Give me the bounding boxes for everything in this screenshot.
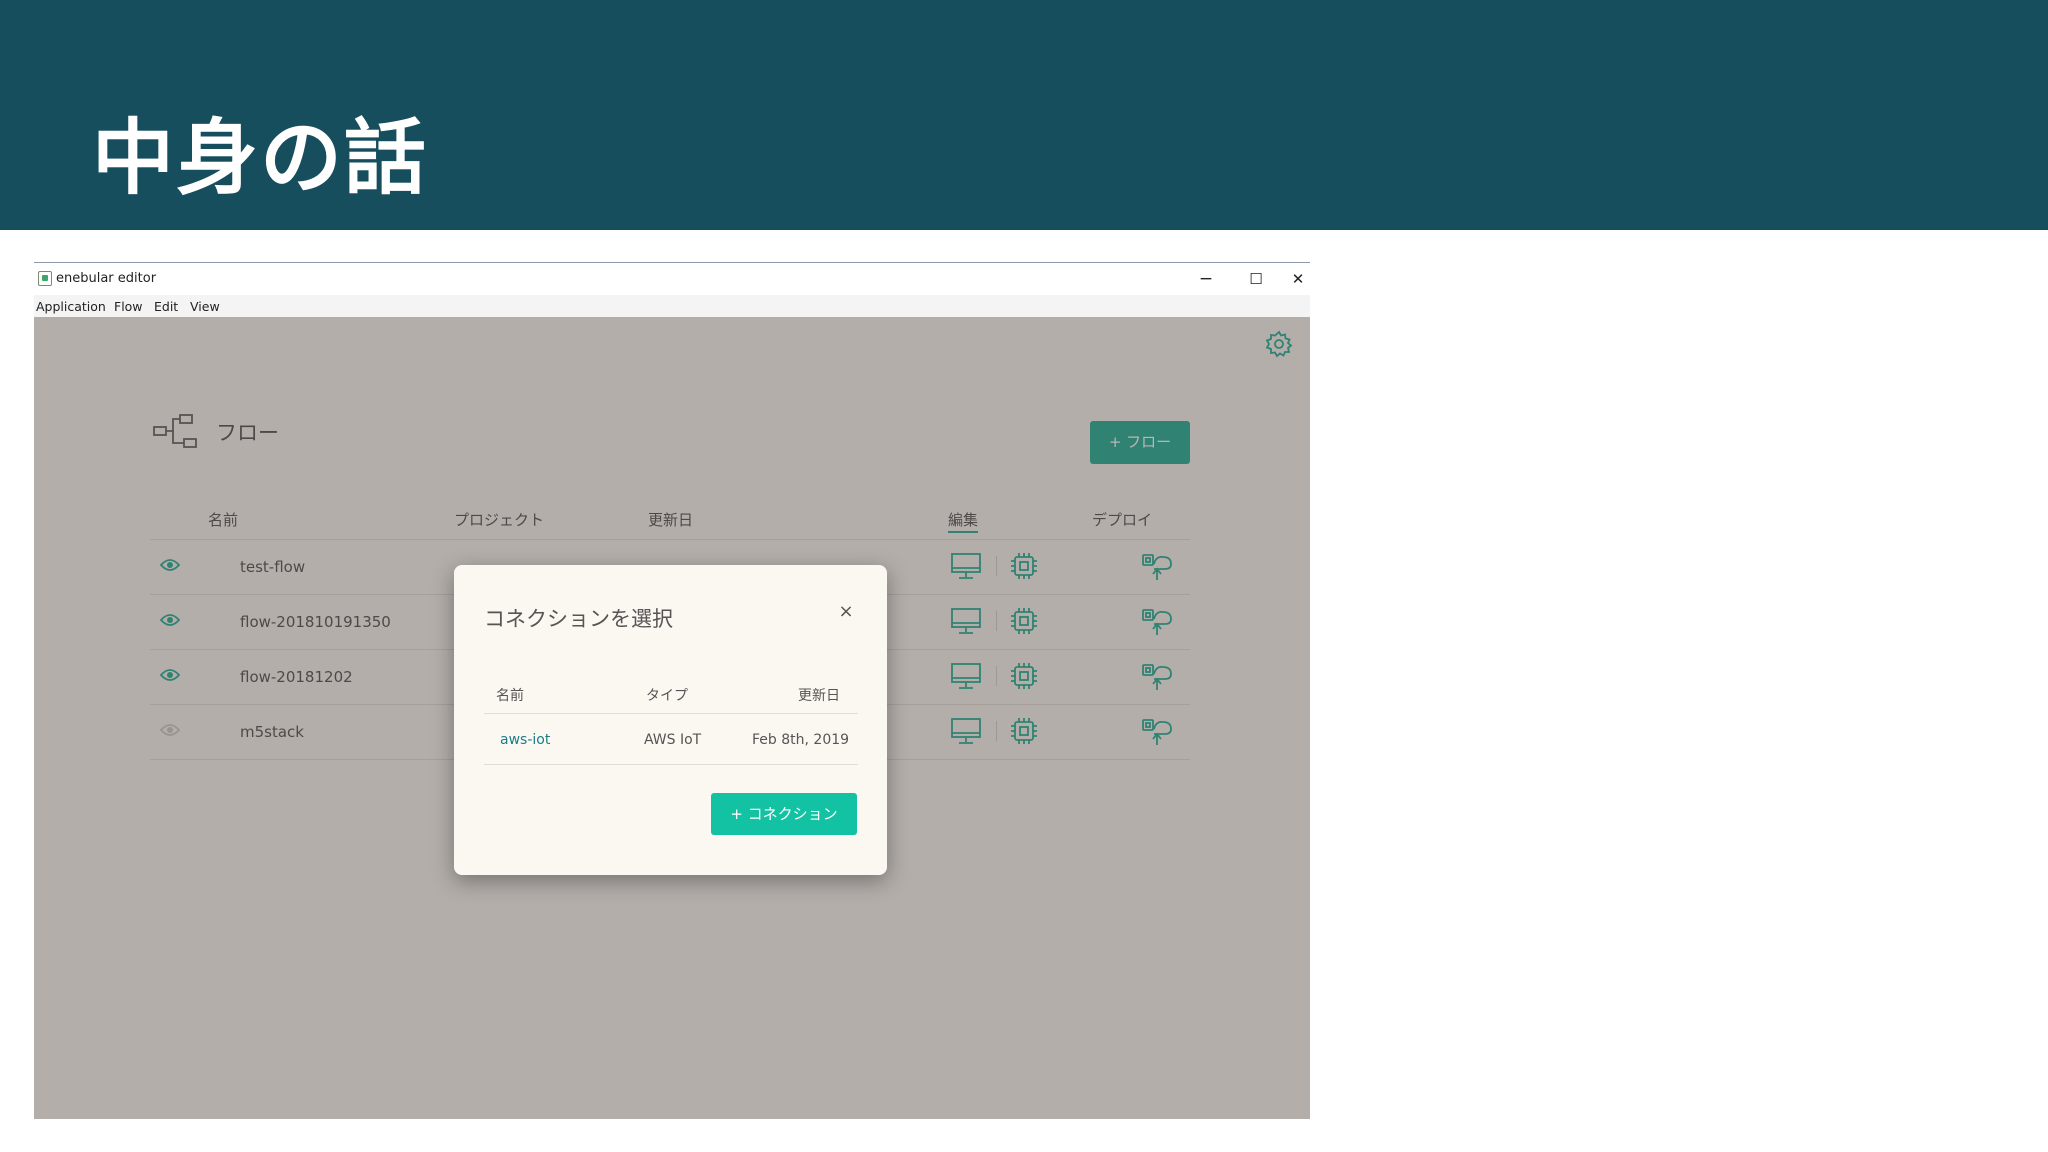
- title-bar: enebular editor − ☐ ✕: [34, 263, 1310, 295]
- dialog-close-icon[interactable]: ×: [834, 601, 858, 622]
- dialog-column-name: 名前: [496, 688, 524, 704]
- connection-updated: Feb 8th, 2019: [752, 732, 850, 748]
- dialog-column-type: タイプ: [646, 688, 688, 704]
- slide-title: 中身の話: [92, 111, 429, 206]
- menu-view[interactable]: View: [190, 299, 220, 314]
- slide-header: 中身の話: [0, 0, 2048, 230]
- connection-row[interactable]: aws-iot AWS IoT Feb 8th, 2019: [484, 714, 858, 765]
- menu-application[interactable]: Application: [36, 299, 106, 314]
- menu-flow[interactable]: Flow: [114, 299, 143, 314]
- window-title: enebular editor: [56, 271, 157, 286]
- app-window: enebular editor − ☐ ✕ Application Flow E…: [34, 262, 1310, 1119]
- connection-type: AWS IoT: [644, 732, 702, 748]
- minimize-button[interactable]: −: [1186, 267, 1226, 291]
- dialog-title: コネクションを選択: [484, 607, 673, 631]
- maximize-button[interactable]: ☐: [1236, 267, 1276, 291]
- menu-bar: Application Flow Edit View: [34, 295, 1310, 317]
- client-area: フロー + フロー 名前 プロジェクト 更新日 編集 デプロイ test-flo…: [34, 317, 1310, 1119]
- app-icon: [38, 271, 52, 286]
- dialog-column-updated: 更新日: [798, 688, 840, 704]
- close-button[interactable]: ✕: [1286, 267, 1310, 291]
- menu-edit[interactable]: Edit: [154, 299, 178, 314]
- connection-name-link[interactable]: aws-iot: [500, 732, 550, 748]
- add-connection-button[interactable]: + コネクション: [711, 793, 857, 835]
- select-connection-dialog: コネクションを選択 × 名前 タイプ 更新日 aws-iot AWS IoT F…: [454, 565, 887, 875]
